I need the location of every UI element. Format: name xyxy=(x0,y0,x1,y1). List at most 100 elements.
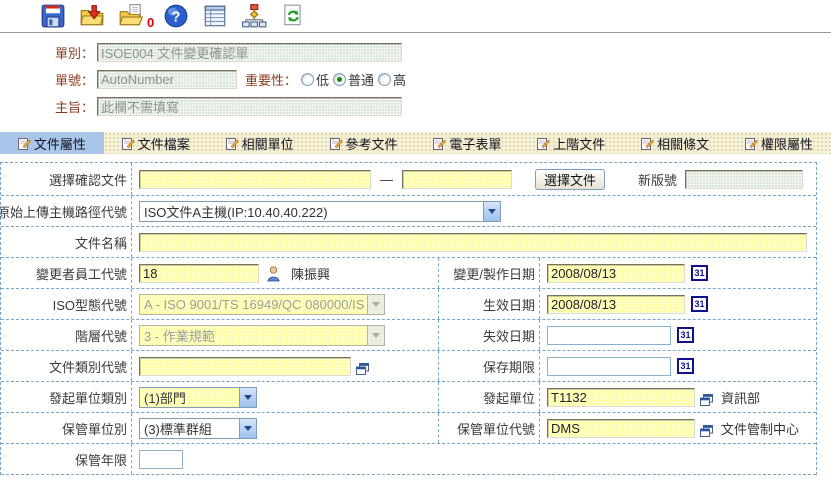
edit-tab-icon xyxy=(18,137,31,150)
toolbar: 0 ? xyxy=(0,0,831,33)
chevron-down-icon[interactable] xyxy=(239,419,256,438)
level-select: 3 - 作業規範 xyxy=(139,325,385,346)
iso-type-select: A - ISO 9001/TS 16949/QC 080000/IS xyxy=(139,294,385,315)
upload-host-select[interactable]: ISO文件A主機(IP:10.40.40.222) xyxy=(139,201,501,222)
row-orig-unit-type: 發起單位類別 (1)部門 發起單位 資訊部 xyxy=(1,382,816,413)
keep-unit-type-select[interactable]: (3)標準群組 xyxy=(139,418,257,439)
change-date-input[interactable] xyxy=(547,264,685,283)
radio-high-circle[interactable] xyxy=(378,73,391,86)
level-selected: 3 - 作業規範 xyxy=(140,326,367,345)
changer-label: 變更者員工代號 xyxy=(1,258,132,288)
keep-years-label: 保管年限 xyxy=(1,444,132,474)
retention-field: 31 xyxy=(540,351,816,381)
importance-option-normal[interactable]: 普通 xyxy=(333,70,374,89)
doc-name-input[interactable] xyxy=(139,233,807,252)
chevron-down-icon[interactable] xyxy=(483,202,500,221)
orig-unit-field: 資訊部 xyxy=(540,382,816,412)
tab-permission-attributes[interactable]: 權限屬性 xyxy=(727,132,831,154)
save-icon[interactable] xyxy=(40,3,66,29)
form-type-label: 單別： xyxy=(0,43,97,62)
count-badge: 0 xyxy=(147,15,154,30)
tab-related-units[interactable]: 相關單位 xyxy=(208,132,312,154)
lookup-window-icon[interactable] xyxy=(356,363,369,375)
calendar-icon[interactable]: 31 xyxy=(691,296,708,312)
tab-doc-attributes[interactable]: 文件屬性 xyxy=(0,132,104,154)
calendar-icon[interactable]: 31 xyxy=(691,265,708,281)
retention-input[interactable] xyxy=(547,357,671,376)
tab-label: 文件檔案 xyxy=(138,134,190,153)
tab-electronic-form[interactable]: 電子表單 xyxy=(416,132,520,154)
importance-option-low[interactable]: 低 xyxy=(301,70,329,89)
lookup-window-icon[interactable] xyxy=(700,394,713,406)
form-no-input xyxy=(97,70,237,89)
help-icon[interactable]: ? xyxy=(163,3,189,29)
keep-unit-input[interactable] xyxy=(547,419,695,438)
changer-field: 陳振興 xyxy=(132,258,438,288)
doc-name-field xyxy=(132,227,816,257)
edit-tab-icon xyxy=(433,137,446,150)
level-field: 3 - 作業規範 xyxy=(132,320,438,350)
detail-list-icon[interactable] xyxy=(202,3,228,29)
form-header: 單別： 單號： 重要性： 低 普通 高 主旨： xyxy=(0,33,831,122)
subject-input xyxy=(97,97,402,116)
row-iso-type: ISO型態代號 A - ISO 9001/TS 16949/QC 080000/… xyxy=(1,289,816,320)
select-doc-to-input[interactable] xyxy=(402,170,512,189)
lookup-window-icon[interactable] xyxy=(700,425,713,437)
edit-tab-icon xyxy=(122,137,135,150)
expire-date-input[interactable] xyxy=(547,326,671,345)
orig-unit-input[interactable] xyxy=(547,388,695,407)
doc-category-label: 文件類別代號 xyxy=(1,351,132,381)
changer-name: 陳振興 xyxy=(291,264,330,283)
edit-tab-icon xyxy=(641,137,654,150)
form-type-input xyxy=(97,43,402,62)
changer-input[interactable] xyxy=(139,264,259,283)
chevron-down-icon xyxy=(367,295,384,314)
range-dash: — xyxy=(380,172,393,187)
select-doc-button[interactable]: 選擇文件 xyxy=(535,169,605,190)
keep-unit-label: 保管單位代號 xyxy=(438,413,540,443)
subject-label: 主旨： xyxy=(0,97,97,116)
radio-low-circle[interactable] xyxy=(301,73,314,86)
tab-related-clauses[interactable]: 相關條文 xyxy=(623,132,727,154)
keep-unit-type-field: (3)標準群組 xyxy=(132,413,438,443)
importance-option-high[interactable]: 高 xyxy=(378,70,406,89)
expire-date-label: 失效日期 xyxy=(438,320,540,350)
tab-parent-docs[interactable]: 上階文件 xyxy=(519,132,623,154)
row-keep-unit-type: 保管單位別 (3)標準群組 保管單位代號 文件管制中心 xyxy=(1,413,816,444)
orig-unit-type-label: 發起單位類別 xyxy=(1,382,132,412)
iso-type-label: ISO型態代號 xyxy=(1,289,132,319)
select-doc-fields: — 選擇文件 新版號 xyxy=(132,163,816,195)
radio-normal-label: 普通 xyxy=(348,70,374,89)
calendar-icon[interactable]: 31 xyxy=(677,358,694,374)
importance-label: 重要性： xyxy=(245,70,297,89)
checkin-folder-icon[interactable] xyxy=(79,3,105,29)
tab-doc-files[interactable]: 文件檔案 xyxy=(104,132,208,154)
row-doc-name: 文件名稱 xyxy=(1,227,816,258)
doc-category-input[interactable] xyxy=(139,357,351,376)
tab-label: 權限屬性 xyxy=(761,134,813,153)
refresh-icon[interactable] xyxy=(280,3,306,29)
upload-host-field: ISO文件A主機(IP:10.40.40.222) xyxy=(132,196,816,226)
orig-unit-type-field: (1)部門 xyxy=(132,382,438,412)
flow-chart-icon[interactable] xyxy=(241,3,267,29)
keep-unit-type-label: 保管單位別 xyxy=(1,413,132,443)
importance-radio-group: 重要性： 低 普通 高 xyxy=(245,70,410,89)
open-folder-icon[interactable] xyxy=(118,3,144,29)
tab-label: 上階文件 xyxy=(553,134,605,153)
orig-unit-type-select[interactable]: (1)部門 xyxy=(139,387,257,408)
select-doc-from-input[interactable] xyxy=(139,170,371,189)
chevron-down-icon[interactable] xyxy=(239,388,256,407)
row-doc-category: 文件類別代號 保存期限 31 xyxy=(1,351,816,382)
tab-reference-docs[interactable]: 參考文件 xyxy=(312,132,416,154)
level-label: 階層代號 xyxy=(1,320,132,350)
keep-unit-type-selected: (3)標準群組 xyxy=(140,419,239,438)
orig-unit-type-selected: (1)部門 xyxy=(140,388,239,407)
tab-label: 電子表單 xyxy=(449,134,501,153)
effective-date-field: 31 xyxy=(540,289,816,319)
calendar-icon[interactable]: 31 xyxy=(677,327,694,343)
form-type-row: 單別： xyxy=(0,39,831,66)
tab-label: 參考文件 xyxy=(346,134,398,153)
radio-normal-circle[interactable] xyxy=(333,73,346,86)
effective-date-input[interactable] xyxy=(547,295,685,314)
keep-years-input[interactable] xyxy=(139,450,183,469)
